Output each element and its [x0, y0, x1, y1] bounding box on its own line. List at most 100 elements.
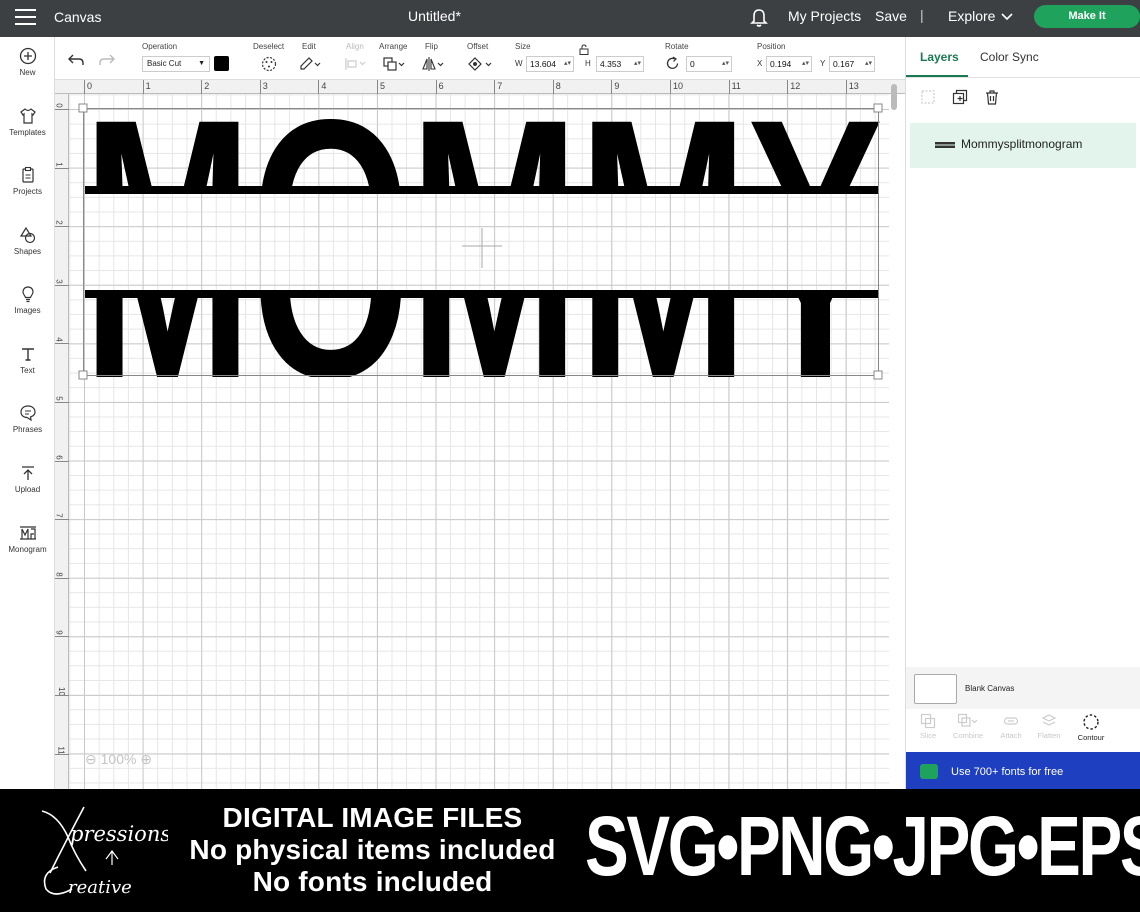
- zoom-in-icon[interactable]: ⊕: [140, 751, 152, 767]
- selection-handle[interactable]: [78, 103, 88, 113]
- flatten-icon: [1041, 714, 1057, 726]
- operation-select[interactable]: Basic Cut ▼: [142, 56, 210, 72]
- flip-label: Flip: [425, 42, 438, 51]
- zoom-level: 100%: [100, 751, 137, 767]
- align-icon[interactable]: [344, 57, 368, 71]
- attach-button[interactable]: Attach: [991, 713, 1031, 740]
- sidebar-item-shapes[interactable]: Shapes: [0, 226, 55, 256]
- arrange-icon[interactable]: [382, 56, 406, 72]
- sidebar-item-upload[interactable]: Upload: [0, 464, 55, 494]
- deselect-icon[interactable]: [261, 56, 277, 72]
- fonts-promo-banner[interactable]: Use 700+ fonts for free: [906, 752, 1140, 789]
- contour-label: Contour: [1077, 733, 1105, 742]
- duplicate-icon[interactable]: [952, 89, 968, 105]
- edit-label: Edit: [302, 42, 316, 51]
- design-layer[interactable]: MOMMY MOMMY: [55, 80, 905, 789]
- edit-pencil-icon[interactable]: [298, 56, 322, 72]
- sidebar-item-templates[interactable]: Templates: [0, 107, 55, 137]
- spinner-icon: ▴▾: [864, 60, 872, 67]
- spinner-icon: ▴▾: [721, 60, 729, 67]
- attach-label: Attach: [1000, 731, 1022, 740]
- undo-icon[interactable]: [67, 53, 85, 67]
- app-title: Canvas: [54, 9, 102, 25]
- sidebar-item-label: Shapes: [13, 247, 42, 256]
- text-t-icon: [21, 348, 34, 361]
- document-title[interactable]: Untitled*: [408, 8, 461, 24]
- size-label: Size: [515, 42, 531, 51]
- hamburger-menu-icon[interactable]: [15, 9, 36, 25]
- shapes-icon: [19, 226, 35, 244]
- plus-circle-icon: [19, 47, 36, 65]
- zoom-out-icon[interactable]: ⊖: [85, 751, 97, 767]
- sidebar-item-label: Templates: [9, 128, 46, 137]
- layer-row[interactable]: Mommysplitmonogram: [910, 123, 1136, 168]
- brand-logo: pressions reative: [41, 806, 168, 898]
- spinner-icon: ▴▾: [633, 60, 641, 67]
- sidebar-item-new[interactable]: New: [0, 47, 55, 77]
- chevron-down-icon: ▼: [198, 60, 205, 67]
- zoom-control[interactable]: ⊖ 100% ⊕: [85, 751, 152, 768]
- left-panel: New Templates Projects Shapes Images Tex…: [0, 37, 55, 789]
- operation-color-swatch[interactable]: [214, 56, 229, 71]
- selection-handle[interactable]: [873, 103, 883, 113]
- split-bar-top: [85, 186, 879, 194]
- y-position-input[interactable]: 0.167 ▴▾: [829, 56, 875, 72]
- flatten-button[interactable]: Flatten: [1029, 713, 1069, 740]
- monogram-icon: [19, 526, 36, 540]
- attach-icon: [1003, 717, 1019, 725]
- split-bar-bottom: [85, 290, 879, 298]
- combine-icon: [957, 713, 978, 727]
- position-label: Position: [757, 42, 786, 51]
- selection-handle[interactable]: [873, 370, 883, 380]
- sidebar-item-phrases[interactable]: Phrases: [0, 404, 55, 434]
- height-value: 4.353: [600, 59, 622, 69]
- blank-canvas-label: Blank Canvas: [965, 684, 1015, 693]
- make-it-button[interactable]: Make It: [1034, 5, 1140, 28]
- top-bar: Canvas Untitled* My Projects Save | Expl…: [0, 0, 1140, 37]
- tab-color-sync[interactable]: Color Sync: [980, 50, 1039, 64]
- flip-icon[interactable]: [421, 56, 445, 72]
- x-position-value: 0.194: [770, 59, 792, 69]
- center-crosshair: [462, 228, 502, 268]
- slice-button[interactable]: Slice: [908, 713, 948, 740]
- group-icon[interactable]: [920, 89, 936, 105]
- x-position-input[interactable]: 0.194 ▴▾: [766, 56, 812, 72]
- bell-icon[interactable]: [750, 8, 768, 28]
- width-input[interactable]: 13.604 ▴▾: [526, 56, 574, 72]
- upload-icon: [21, 466, 34, 480]
- redo-icon[interactable]: [98, 53, 116, 67]
- blank-canvas-row[interactable]: Blank Canvas: [906, 667, 1140, 709]
- sidebar-item-text[interactable]: Text: [0, 345, 55, 375]
- shirt-icon: [19, 108, 36, 124]
- lightbulb-icon: [21, 286, 34, 303]
- trash-icon[interactable]: [984, 89, 1000, 105]
- arrange-label: Arrange: [379, 42, 408, 51]
- contour-icon: [1083, 714, 1099, 730]
- nav-explore[interactable]: Explore: [948, 8, 995, 24]
- lock-icon[interactable]: [579, 44, 589, 55]
- design-canvas[interactable]: 0 1 2 3 4 5 6 7 8 9 10 11 12 13 0 1 2 3 4 5 6 7 8 9 10 11 MOMMY …: [55, 80, 905, 789]
- rotate-value: 0: [690, 59, 695, 69]
- x-label: X: [757, 59, 763, 68]
- tab-layers[interactable]: Layers: [920, 50, 959, 64]
- y-position-value: 0.167: [833, 59, 855, 69]
- fonts-promo-text: Use 700+ fonts for free: [951, 766, 1064, 778]
- combine-button[interactable]: Combine: [948, 713, 988, 740]
- nav-save[interactable]: Save: [875, 8, 907, 24]
- product-banner: pressions reative DIGITAL IMAGE FILES No…: [0, 789, 1140, 912]
- selection-handle[interactable]: [78, 370, 88, 380]
- offset-icon[interactable]: [467, 56, 493, 72]
- nav-separator: |: [920, 7, 924, 23]
- rotate-input[interactable]: 0 ▴▾: [686, 56, 732, 72]
- sidebar-item-monogram[interactable]: Monogram: [0, 524, 55, 554]
- vertical-scrollbar[interactable]: [891, 84, 897, 110]
- sidebar-item-images[interactable]: Images: [0, 285, 55, 315]
- contour-button[interactable]: Contour: [1071, 713, 1111, 742]
- nav-my-projects[interactable]: My Projects: [788, 8, 861, 24]
- height-input[interactable]: 4.353 ▴▾: [596, 56, 644, 72]
- spinner-icon: ▴▾: [563, 60, 571, 67]
- sidebar-item-projects[interactable]: Projects: [0, 166, 55, 196]
- chevron-down-icon[interactable]: [1001, 12, 1013, 21]
- svg-text:pressions: pressions: [70, 822, 168, 846]
- operation-label: Operation: [142, 42, 178, 51]
